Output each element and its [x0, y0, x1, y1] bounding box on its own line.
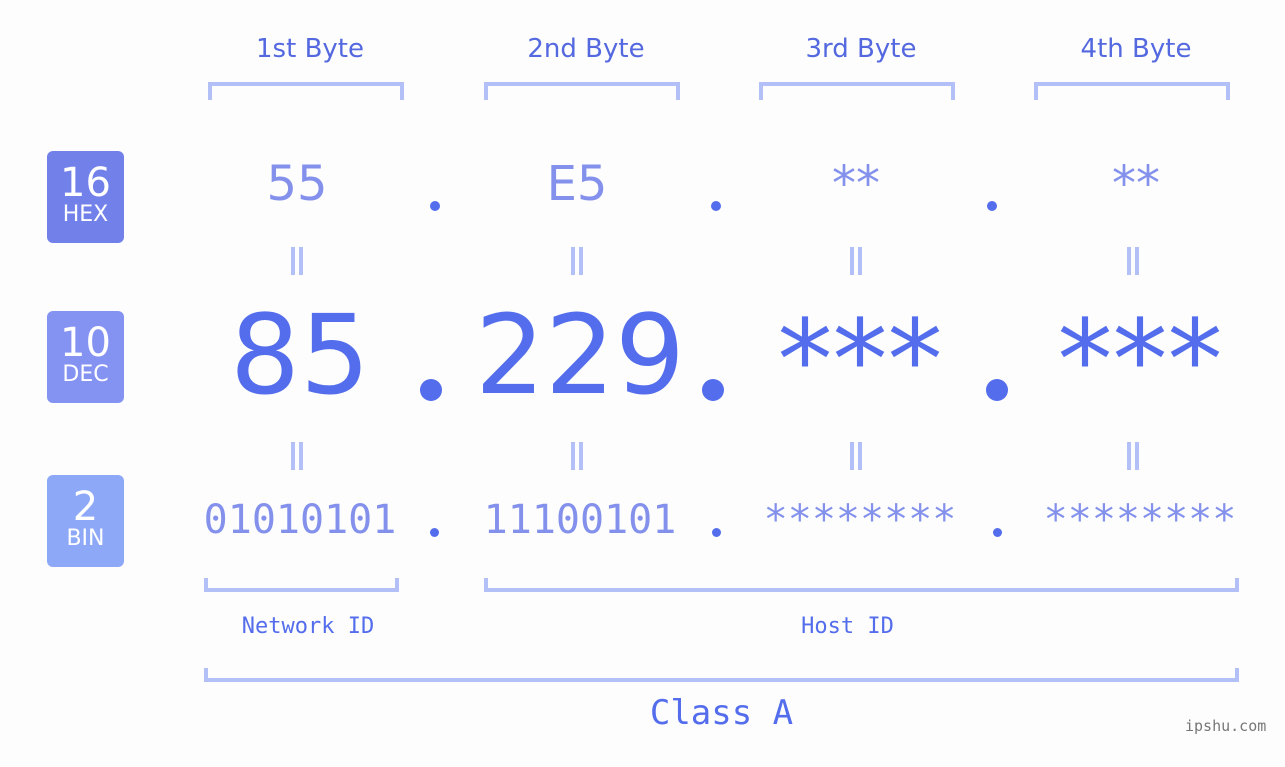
hex-badge-label: HEX: [62, 202, 109, 227]
bin-badge-number: 2: [72, 484, 99, 530]
byte-bracket-3: [759, 82, 955, 100]
bin-byte-1: 01010101: [203, 497, 397, 543]
hex-byte-3: **: [832, 156, 880, 212]
dec-badge-label: DEC: [62, 362, 109, 387]
hex-separator-dot: [430, 201, 440, 211]
class-bracket: [204, 668, 1239, 682]
network-id-bracket: [204, 578, 399, 592]
host-id-label: Host ID: [801, 614, 894, 639]
byte-header-2: 2nd Byte: [527, 34, 645, 64]
bin-byte-4: ********: [1043, 497, 1237, 543]
byte-bracket-2: [484, 82, 680, 100]
watermark: ipshu.com: [1185, 717, 1267, 735]
byte-header-4: 4th Byte: [1080, 34, 1192, 64]
bin-separator-dot: [712, 528, 721, 537]
equals-icon: [850, 247, 862, 275]
bin-byte-2: 11100101: [483, 497, 677, 543]
hex-separator-dot: [987, 201, 997, 211]
byte-bracket-1: [208, 82, 404, 100]
dec-byte-1: 85: [230, 291, 370, 419]
equals-icon: [850, 442, 862, 470]
class-label: Class A: [649, 693, 794, 733]
equals-icon: [571, 247, 583, 275]
dec-byte-2: 229: [475, 291, 685, 419]
byte-bracket-4: [1034, 82, 1230, 100]
dec-separator-dot: [986, 379, 1008, 401]
bin-byte-3: ********: [763, 497, 957, 543]
dec-byte-3: ***: [777, 296, 943, 424]
hex-byte-4: **: [1112, 156, 1160, 212]
equals-icon: [291, 442, 303, 470]
bin-badge: 2 BIN: [47, 475, 124, 567]
dec-separator-dot: [702, 379, 724, 401]
hex-byte-2: E5: [546, 156, 608, 212]
hex-badge: 16 HEX: [47, 151, 124, 243]
equals-icon: [291, 247, 303, 275]
hex-separator-dot: [711, 201, 721, 211]
bin-separator-dot: [430, 528, 439, 537]
dec-badge: 10 DEC: [47, 311, 124, 403]
dec-badge-number: 10: [60, 320, 111, 366]
hex-badge-number: 16: [60, 160, 111, 206]
host-id-bracket: [484, 578, 1239, 592]
byte-header-3: 3rd Byte: [805, 34, 917, 64]
network-id-label: Network ID: [241, 614, 375, 639]
hex-byte-1: 55: [266, 156, 328, 212]
bin-separator-dot: [993, 528, 1002, 537]
equals-icon: [1127, 442, 1139, 470]
equals-icon: [571, 442, 583, 470]
equals-icon: [1127, 247, 1139, 275]
bin-badge-label: BIN: [66, 526, 105, 551]
dec-byte-4: ***: [1057, 296, 1223, 424]
dec-separator-dot: [420, 379, 442, 401]
byte-header-1: 1st Byte: [256, 34, 364, 64]
